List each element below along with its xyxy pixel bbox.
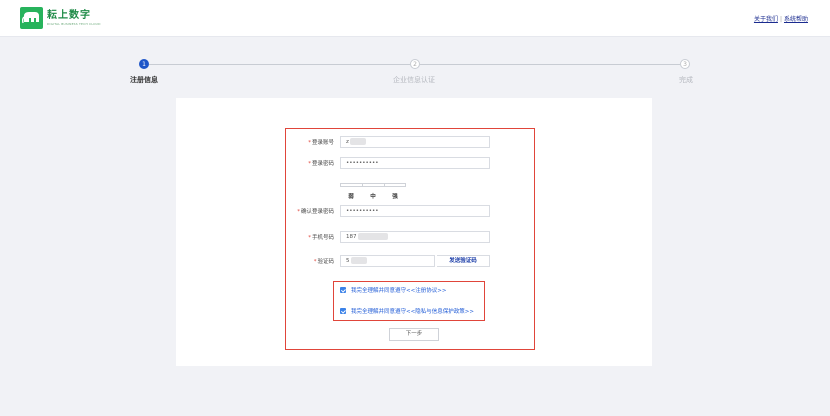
verification-code-input[interactable]: 5 bbox=[340, 255, 435, 267]
top-links: 关于我们 | 系统帮助 bbox=[754, 14, 808, 23]
privacy-text: 我完全理解并同意遵守 bbox=[351, 309, 407, 315]
agreement-privacy: 我完全理解并同意遵守 <<隐私与信息保护政策>> bbox=[340, 307, 474, 315]
about-us-link[interactable]: 关于我们 bbox=[754, 16, 778, 23]
terms-checkbox[interactable] bbox=[340, 287, 346, 293]
step-connector-2 bbox=[420, 64, 680, 65]
strength-label-strong: 强 bbox=[392, 194, 398, 200]
registration-steps: 1 注册信息 2 企业信息认证 3 完成 bbox=[0, 56, 830, 86]
confirm-password-input[interactable]: •••••••••• bbox=[340, 205, 490, 217]
logo-subtitle: DIGITAL BUSINESS TECH CLOUD bbox=[47, 21, 101, 26]
phone-input[interactable]: 187 bbox=[340, 231, 490, 243]
blurred-text bbox=[349, 138, 366, 145]
required-mark: * bbox=[308, 235, 311, 241]
top-header: 耘上数字 DIGITAL BUSINESS TECH CLOUD 关于我们 | 系统… bbox=[0, 0, 830, 37]
password-input[interactable]: •••••••••• bbox=[340, 157, 490, 169]
step-1-circle: 1 bbox=[139, 59, 149, 69]
step-3-label: 完成 bbox=[679, 76, 693, 84]
account-row: *登录账号 z bbox=[286, 136, 534, 148]
strength-bar-medium bbox=[362, 183, 384, 187]
step-3-circle: 3 bbox=[680, 59, 690, 69]
agreement-terms: 我完全理解并同意遵守 <<注册协议>> bbox=[340, 286, 446, 294]
next-step-button[interactable]: 下一步 bbox=[389, 328, 439, 341]
elephant-logo-icon bbox=[20, 7, 43, 29]
privacy-link[interactable]: <<隐私与信息保护政策>> bbox=[406, 307, 474, 315]
phone-row: *手机号码 187 bbox=[286, 231, 534, 243]
send-code-button[interactable]: 发送验证码 bbox=[437, 255, 490, 267]
company-logo[interactable]: 耘上数字 DIGITAL BUSINESS TECH CLOUD bbox=[20, 7, 101, 29]
step-2-circle: 2 bbox=[410, 59, 420, 69]
terms-link[interactable]: <<注册协议>> bbox=[406, 286, 446, 294]
blurred-text bbox=[357, 233, 388, 240]
account-input[interactable]: z bbox=[340, 136, 490, 148]
link-separator: | bbox=[779, 16, 782, 23]
confirm-password-row: *确认登录密码 •••••••••• bbox=[286, 205, 534, 217]
strength-label-weak: 弱 bbox=[348, 194, 354, 200]
step-1-label: 注册信息 bbox=[130, 76, 158, 84]
terms-text: 我完全理解并同意遵守 bbox=[351, 288, 407, 294]
logo-name: 耘上数字 bbox=[47, 9, 91, 21]
system-help-link[interactable]: 系统帮助 bbox=[784, 16, 808, 23]
verification-code-label: *验证码 bbox=[313, 259, 334, 265]
phone-label: *手机号码 bbox=[308, 235, 334, 241]
strength-label-medium: 中 bbox=[370, 194, 376, 200]
verification-code-row: *验证码 5 发送验证码 bbox=[286, 255, 534, 267]
required-mark: * bbox=[308, 161, 311, 167]
privacy-checkbox[interactable] bbox=[340, 308, 346, 314]
password-strength-meter: 弱 中 强 bbox=[340, 183, 410, 203]
password-label: *登录密码 bbox=[308, 161, 334, 167]
account-label: *登录账号 bbox=[308, 140, 334, 146]
blurred-text bbox=[350, 257, 367, 264]
required-mark: * bbox=[308, 140, 311, 146]
step-connector-1 bbox=[149, 64, 410, 65]
strength-bar-weak bbox=[340, 183, 362, 187]
confirm-password-label: *确认登录密码 bbox=[297, 209, 334, 215]
required-mark: * bbox=[297, 209, 300, 215]
step-2-label: 企业信息认证 bbox=[393, 76, 435, 84]
password-row: *登录密码 •••••••••• bbox=[286, 157, 534, 169]
strength-bar-strong bbox=[384, 183, 406, 187]
